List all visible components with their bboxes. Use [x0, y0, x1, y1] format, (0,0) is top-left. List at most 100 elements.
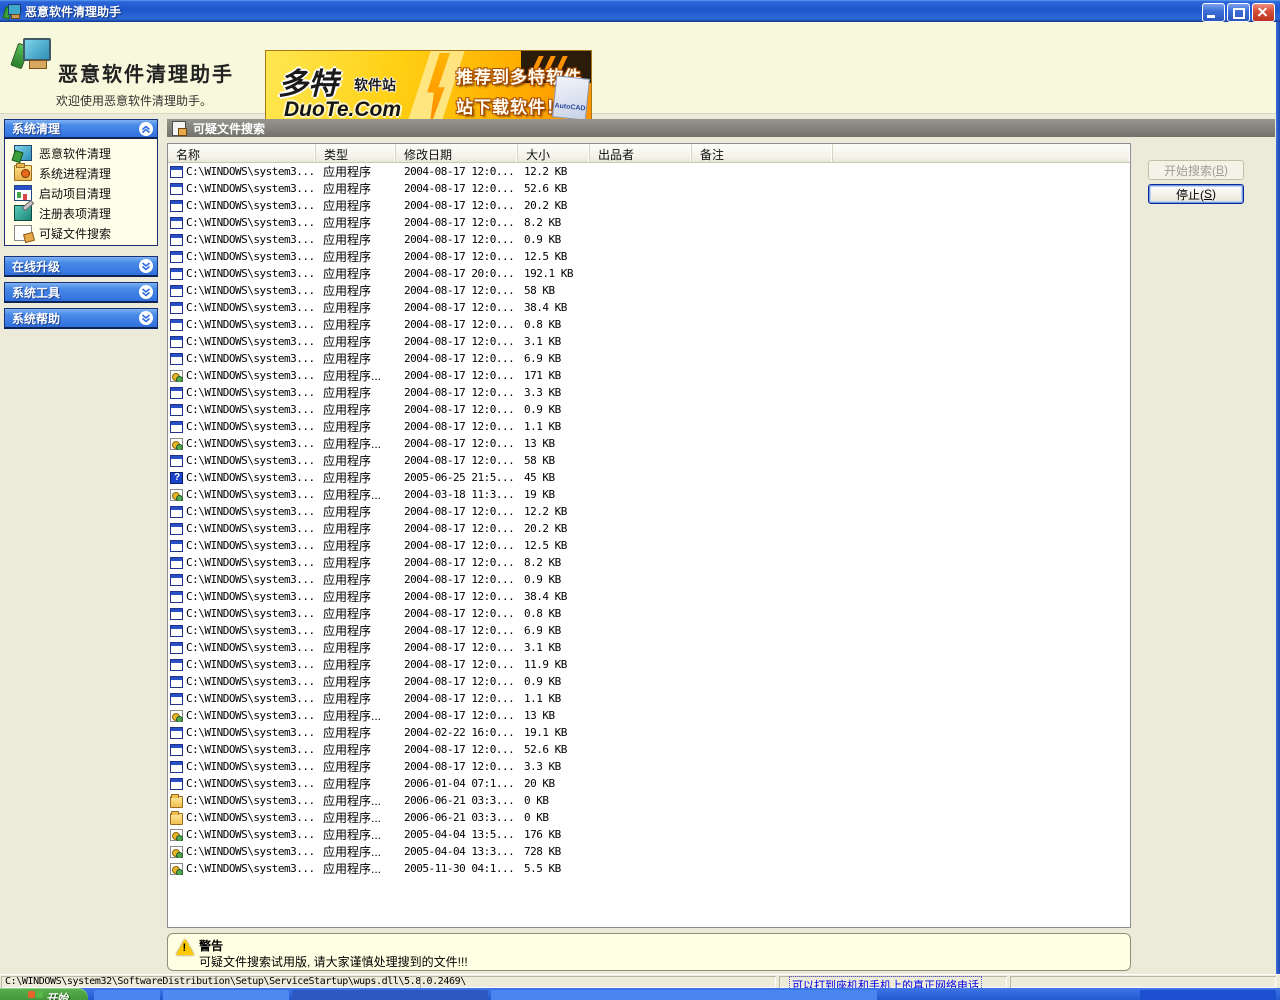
table-row[interactable]: C:\WINDOWS\system3... 应用程序 2004-08-17 12… — [168, 282, 1130, 299]
table-row[interactable]: C:\WINDOWS\system3... 应用程序 2004-08-17 20… — [168, 265, 1130, 282]
table-row[interactable]: C:\WINDOWS\system3... 应用程序 2004-08-17 12… — [168, 248, 1130, 265]
table-row[interactable]: C:\WINDOWS\system3... 应用程序 2004-08-17 12… — [168, 503, 1130, 520]
table-row[interactable]: C:\WINDOWS\system3... 应用程序 2004-08-17 12… — [168, 197, 1130, 214]
column-header-name[interactable]: 名称 — [168, 144, 316, 162]
table-row[interactable]: C:\WINDOWS\system3... 应用程序 2004-08-17 12… — [168, 384, 1130, 401]
column-header-date[interactable]: 修改日期 — [396, 144, 518, 162]
table-row[interactable]: C:\WINDOWS\system3... 应用程序 2004-08-17 12… — [168, 231, 1130, 248]
table-row[interactable]: C:\WINDOWS\system3... 应用程序... 2004-08-17… — [168, 707, 1130, 724]
table-row[interactable]: C:\WINDOWS\system3... 应用程序 2004-08-17 12… — [168, 673, 1130, 690]
table-row[interactable]: C:\WINDOWS\system3... 应用程序 2004-08-17 12… — [168, 571, 1130, 588]
sidebar-group-online-upgrade[interactable]: 在线升级 — [4, 256, 158, 277]
window-file-icon — [170, 386, 183, 399]
sidebar-item-registry-clean[interactable]: 注册表项清理 — [5, 203, 157, 223]
table-row[interactable]: C:\WINDOWS\system3... 应用程序... 2006-06-21… — [168, 792, 1130, 809]
status-panel-path: C:\WINDOWS\system32\SoftwareDistribution… — [1, 976, 466, 988]
folder-file-icon — [170, 793, 183, 808]
window-file-icon — [170, 403, 183, 416]
table-row[interactable]: C:\WINDOWS\system3... 应用程序 2004-08-17 12… — [168, 180, 1130, 197]
warning-title: 警告 — [199, 939, 224, 953]
table-row[interactable]: C:\WINDOWS\system3... 应用程序 2004-08-17 12… — [168, 401, 1130, 418]
taskbar-item[interactable] — [163, 990, 289, 1000]
restore-button[interactable] — [1227, 3, 1250, 22]
sidebar-item-malware-clean[interactable]: 恶意软件清理 — [5, 143, 157, 163]
folder-file-icon — [170, 810, 183, 825]
sidebar-item-startup-clean[interactable]: 启动项目清理 — [5, 183, 157, 203]
chevron-down-icon[interactable] — [139, 285, 153, 299]
banner-ad[interactable]: 多特 软件站 DuoTe.Com 推荐到多特软件 站下载软件！ AutoCAD — [265, 50, 592, 130]
start-search-button[interactable]: 开始搜索(B) — [1148, 160, 1244, 180]
table-row[interactable]: C:\WINDOWS\system3... 应用程序 2004-08-17 12… — [168, 537, 1130, 554]
sidebar-group-system-clean[interactable]: 系统清理 — [4, 119, 158, 139]
table-row[interactable]: C:\WINDOWS\system3... 应用程序 2004-08-17 12… — [168, 758, 1130, 775]
table-row[interactable]: C:\WINDOWS\system3... 应用程序 2004-08-17 12… — [168, 639, 1130, 656]
table-row[interactable]: C:\WINDOWS\system3... 应用程序 2004-08-17 12… — [168, 554, 1130, 571]
table-row[interactable]: C:\WINDOWS\system3... 应用程序 2004-02-22 16… — [168, 724, 1130, 741]
stop-button[interactable]: 停止(S) — [1148, 184, 1244, 204]
column-header-publisher[interactable]: 出品者 — [590, 144, 692, 162]
file-search-icon — [14, 225, 32, 241]
table-row[interactable]: C:\WINDOWS\system3... 应用程序... 2006-06-21… — [168, 809, 1130, 826]
registry-clean-icon — [14, 205, 32, 221]
taskbar-item[interactable] — [491, 990, 877, 1000]
table-row[interactable]: C:\WINDOWS\system3... 应用程序 2004-08-17 12… — [168, 622, 1130, 639]
script-file-icon — [170, 488, 183, 501]
table-row[interactable]: C:\WINDOWS\system3... 应用程序... 2004-03-18… — [168, 486, 1130, 503]
table-row[interactable]: C:\WINDOWS\system3... 应用程序 2004-08-17 12… — [168, 741, 1130, 758]
window-file-icon — [170, 522, 183, 535]
table-row[interactable]: C:\WINDOWS\system3... 应用程序... 2005-11-30… — [168, 860, 1130, 877]
titlebar: 恶意软件清理助手 — [0, 0, 1280, 22]
sidebar-group-system-tools[interactable]: 系统工具 — [4, 282, 158, 303]
table-row[interactable]: C:\WINDOWS\system3... 应用程序 2004-08-17 12… — [168, 605, 1130, 622]
column-header-type[interactable]: 类型 — [316, 144, 396, 162]
chevron-down-icon[interactable] — [139, 259, 153, 273]
script-file-icon — [170, 862, 183, 875]
file-search-icon — [172, 120, 187, 136]
sidebar-item-label: 注册表项清理 — [39, 206, 112, 221]
window-file-icon — [170, 420, 183, 433]
chevron-down-icon[interactable] — [139, 311, 153, 325]
warning-icon — [176, 939, 194, 955]
table-row[interactable]: C:\WINDOWS\system3... 应用程序 2006-01-04 07… — [168, 775, 1130, 792]
header-band: 恶意软件清理助手 欢迎使用恶意软件清理助手。 多特 软件站 DuoTe.Com … — [0, 22, 1280, 130]
table-row[interactable]: C:\WINDOWS\system3... 应用程序... 2004-08-17… — [168, 367, 1130, 384]
table-row[interactable]: C:\WINDOWS\system3... 应用程序 2004-08-17 12… — [168, 299, 1130, 316]
window-file-icon — [170, 250, 183, 263]
table-row[interactable]: C:\WINDOWS\system3... 应用程序 2004-08-17 12… — [168, 163, 1130, 180]
sidebar-group-system-help[interactable]: 系统帮助 — [4, 308, 158, 329]
window-file-icon — [170, 267, 183, 280]
table-row[interactable]: C:\WINDOWS\system3... 应用程序... 2004-08-17… — [168, 435, 1130, 452]
start-button[interactable]: 开始 — [0, 988, 88, 1000]
minimize-button[interactable] — [1202, 3, 1225, 22]
window-file-icon — [170, 743, 183, 756]
question-file-icon — [170, 471, 183, 484]
window-file-icon — [170, 777, 183, 790]
table-row[interactable]: C:\WINDOWS\system3... 应用程序 2004-08-17 12… — [168, 690, 1130, 707]
window-title: 恶意软件清理助手 — [25, 4, 122, 19]
table-row[interactable]: C:\WINDOWS\system3... 应用程序 2004-08-17 12… — [168, 452, 1130, 469]
status-panel-empty — [420, 976, 776, 988]
taskbar-item[interactable] — [94, 990, 160, 1000]
table-row[interactable]: C:\WINDOWS\system3... 应用程序 2004-08-17 12… — [168, 418, 1130, 435]
column-header-filler — [833, 144, 1130, 162]
taskbar-item[interactable] — [292, 990, 488, 1000]
table-row[interactable]: C:\WINDOWS\system3... 应用程序 2004-08-17 12… — [168, 214, 1130, 231]
table-row[interactable]: C:\WINDOWS\system3... 应用程序 2004-08-17 12… — [168, 588, 1130, 605]
table-row[interactable]: C:\WINDOWS\system3... 应用程序 2004-08-17 12… — [168, 316, 1130, 333]
column-header-note[interactable]: 备注 — [692, 144, 833, 162]
table-row[interactable]: C:\WINDOWS\system3... 应用程序 2004-08-17 12… — [168, 520, 1130, 537]
table-row[interactable]: C:\WINDOWS\system3... 应用程序 2004-08-17 12… — [168, 333, 1130, 350]
sidebar-item-process-clean[interactable]: 系统进程清理 — [5, 163, 157, 183]
table-row[interactable]: C:\WINDOWS\system3... 应用程序 2004-08-17 12… — [168, 350, 1130, 367]
script-file-icon — [170, 369, 183, 382]
column-header-size[interactable]: 大小 — [518, 144, 590, 162]
sidebar-item-file-search[interactable]: 可疑文件搜索 — [5, 223, 157, 243]
table-row[interactable]: C:\WINDOWS\system3... 应用程序 2004-08-17 12… — [168, 656, 1130, 673]
close-button[interactable] — [1252, 3, 1275, 22]
taskbar-systray — [1140, 990, 1276, 1000]
table-row[interactable]: C:\WINDOWS\system3... 应用程序... 2005-04-04… — [168, 843, 1130, 860]
table-row[interactable]: C:\WINDOWS\system3... 应用程序 2005-06-25 21… — [168, 469, 1130, 486]
windows-flag-icon — [28, 991, 35, 998]
table-row[interactable]: C:\WINDOWS\system3... 应用程序... 2005-04-04… — [168, 826, 1130, 843]
chevron-up-icon[interactable] — [139, 121, 153, 136]
